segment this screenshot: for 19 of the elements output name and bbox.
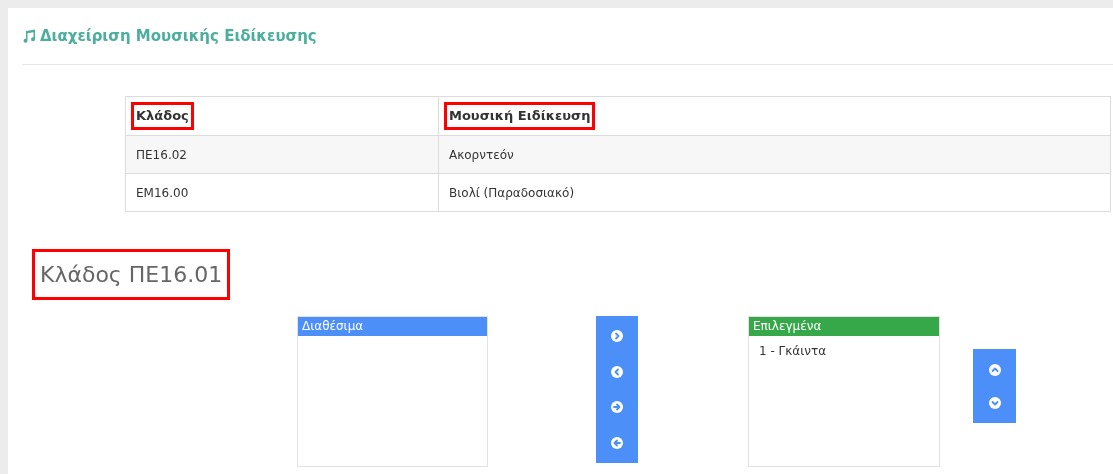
list-header: Διαθέσιμα [298, 317, 487, 336]
table-cell: ΕΜ16.00 [125, 173, 439, 212]
table-cell: Ακορντεόν [438, 135, 1111, 174]
chevron-right-icon [611, 329, 623, 342]
column-header: Μουσική Ειδίκευση [444, 102, 596, 130]
section-heading: Κλάδος ΠΕ16.01 [32, 248, 231, 300]
page-title: Διαχείριση Μουσικής Ειδίκευσης [40, 25, 317, 47]
arrow-left-icon [611, 437, 623, 450]
chevron-up-icon [988, 363, 1001, 376]
table-cell: Βιολί (Παραδοσιακό) [438, 173, 1111, 212]
music-note-icon [22, 29, 36, 43]
selected-list[interactable]: Επιλεγμένα 1 - Γκάιντα [748, 316, 940, 467]
list-item[interactable]: 1 - Γκάιντα [759, 342, 827, 360]
arrow-right-icon [611, 401, 623, 414]
chevron-left-icon [611, 365, 623, 378]
list-header: Επιλεγμένα [749, 317, 939, 336]
column-header: Κλάδος [131, 102, 194, 130]
chevron-down-icon [988, 396, 1001, 409]
table-cell: ΠΕ16.02 [125, 135, 439, 174]
